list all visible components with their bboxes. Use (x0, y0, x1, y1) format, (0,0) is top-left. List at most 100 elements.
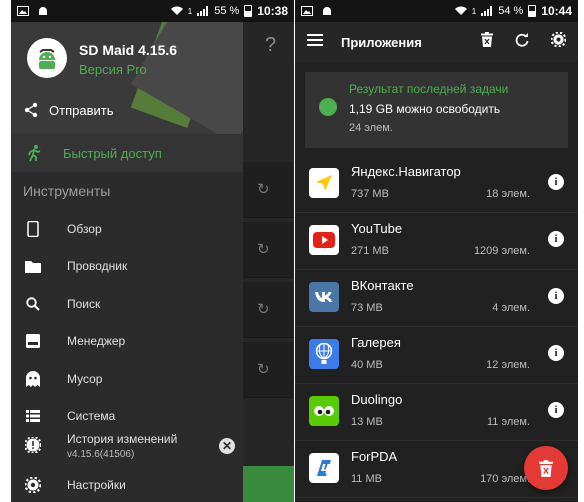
info-icon[interactable]: i (548, 174, 564, 190)
wifi-icon (170, 6, 183, 15)
quick-access-item[interactable]: Быстрый доступ (11, 134, 243, 172)
battery-percent: 54 % (498, 5, 524, 17)
delete-fab-button[interactable] (524, 446, 568, 490)
nav-item-trash[interactable]: Мусор (11, 360, 243, 398)
search-icon (25, 296, 41, 312)
list-item: ↻ (243, 162, 294, 218)
nav-item-label: Система (67, 409, 116, 424)
settings-label: Настройки (67, 478, 126, 492)
app-item-count: 12 элем. (486, 359, 530, 371)
folder-icon (25, 258, 41, 274)
list-icon (25, 408, 41, 424)
app-name: ВКонтакте (351, 278, 414, 293)
list-item[interactable]: Яндекс.Навигатор 737 MB 18 элем. i (295, 156, 578, 213)
last-task-heading: Результат последней задачи (349, 82, 509, 96)
app-size: 271 MB (351, 245, 389, 257)
nav-item-label: Проводник (67, 259, 128, 274)
last-task-card[interactable]: Результат последней задачи 1,19 GB можно… (305, 72, 568, 148)
app-name: SD Maid 4.15.6 (79, 42, 178, 58)
refresh-icon[interactable]: ↻ (257, 360, 270, 378)
trash-icon (539, 459, 553, 477)
close-icon[interactable]: ✕ (219, 438, 235, 454)
settings-item[interactable]: Настройки (11, 468, 243, 502)
right-screenshot: 1 54 % 10:44 Приложения Результат послед… (295, 0, 578, 502)
gallery-icon (309, 339, 339, 369)
youtube-icon (309, 225, 339, 255)
battery-percent: 55 % (214, 5, 240, 17)
info-icon[interactable]: i (548, 231, 564, 247)
refresh-icon[interactable]: ↻ (257, 240, 270, 258)
alert-gear-icon (24, 435, 42, 458)
app-size: 73 MB (351, 302, 383, 314)
status-bar: 1 55 % 10:38 (11, 0, 294, 22)
refresh-icon[interactable]: ↻ (257, 180, 270, 198)
info-icon[interactable]: i (548, 402, 564, 418)
clear-cache-icon[interactable] (481, 32, 493, 52)
quick-access-label: Быстрый доступ (63, 145, 162, 161)
app-size: 737 MB (351, 188, 389, 200)
page-title: Приложения (341, 34, 422, 50)
app-size: 13 MB (351, 416, 383, 428)
nav-item-explorer[interactable]: Проводник (11, 248, 243, 286)
menu-icon[interactable] (307, 33, 323, 51)
gear-icon (24, 476, 42, 494)
version-label: Версия Pro (79, 62, 147, 77)
clock: 10:44 (541, 4, 572, 18)
app-item-count: 170 элем. (480, 473, 530, 485)
app-name: Галерея (351, 335, 401, 350)
freeable-size: 1,19 GB можно освободить (349, 102, 501, 116)
app-name: Duolingo (351, 392, 403, 407)
list-item[interactable]: Галерея 40 MB 12 элем. i (295, 327, 578, 384)
nav-item-search[interactable]: Поиск (11, 285, 243, 323)
sim-indicator: 1 (187, 6, 193, 16)
refresh-icon[interactable] (515, 32, 529, 52)
item-count: 24 элем. (349, 122, 393, 134)
share-icon (24, 102, 38, 118)
nav-item-label: Поиск (67, 296, 101, 311)
nav-item-overview[interactable]: Обзор (11, 210, 243, 248)
app-name: Яндекс.Навигатор (351, 164, 461, 179)
drawer-header: SD Maid 4.15.6 Версия Pro Отправить (11, 22, 243, 134)
app-name: ForPDA (351, 449, 398, 464)
app-manager-icon (25, 333, 41, 349)
nav-item-label: Обзор (67, 221, 102, 236)
list-item[interactable]: YouTube 271 MB 1209 элем. i (295, 213, 578, 270)
list-item[interactable]: ВКонтакте 73 MB 4 элем. i (295, 270, 578, 327)
info-icon[interactable]: i (548, 345, 564, 361)
navigation-drawer: SD Maid 4.15.6 Версия Pro Отправить Быст… (11, 22, 243, 502)
help-icon[interactable]: ? (265, 34, 276, 57)
app-logo (27, 38, 67, 78)
signal-icon (481, 6, 493, 16)
bottom-bar (243, 466, 294, 502)
list-item: ↻ (243, 222, 294, 278)
list-item[interactable]: Duolingo 13 MB 11 элем. i (295, 384, 578, 441)
changelog-item[interactable]: История изменений v4.15.6(41506) ✕ (11, 426, 243, 468)
nav-item-manager[interactable]: Менеджер (11, 323, 243, 361)
status-dot (319, 98, 337, 116)
info-icon[interactable]: i (548, 288, 564, 304)
battery-icon (528, 5, 537, 17)
clock: 10:38 (257, 4, 288, 18)
wifi-icon (454, 6, 467, 15)
app-item-count: 11 элем. (486, 416, 530, 428)
running-man-icon (28, 145, 41, 162)
android-notification-icon (323, 7, 331, 15)
battery-icon (244, 5, 253, 17)
app-name: YouTube (351, 221, 403, 236)
list-item: ↻ (243, 342, 294, 398)
settings-icon[interactable] (550, 31, 567, 52)
share-button[interactable]: Отправить (23, 102, 113, 118)
app-toolbar: Приложения (295, 22, 578, 62)
left-screenshot: 1 55 % 10:38 ? ↻ ↻ ↻ ↻ SD Maid 4.15.6 Ве… (11, 0, 294, 502)
android-notification-icon (39, 7, 47, 15)
refresh-icon[interactable]: ↻ (257, 300, 270, 318)
changelog-version: v4.15.6(41506) (67, 449, 135, 460)
list-item: ↻ (243, 282, 294, 338)
sd-maid-android-icon (39, 49, 55, 69)
app-item-count: 4 элем. (492, 302, 530, 314)
app-size: 11 MB (351, 473, 382, 485)
app-size: 40 MB (351, 359, 383, 371)
ghost-icon (25, 370, 41, 387)
app-list: Яндекс.Навигатор 737 MB 18 элем. i YouTu… (295, 156, 578, 498)
nav-item-label: Мусор (67, 371, 103, 386)
